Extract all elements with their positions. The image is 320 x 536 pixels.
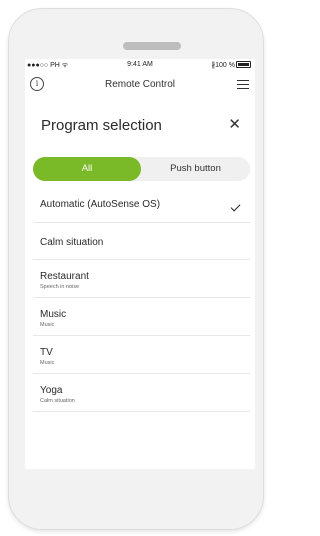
- program-subtitle: Speech in noise: [40, 284, 80, 290]
- tab-all[interactable]: All: [33, 157, 141, 181]
- sheet-title: Program selection: [41, 117, 162, 134]
- program-item-restaurant[interactable]: Restaurant Speech in noise: [33, 260, 250, 298]
- app-bar: i Remote Control: [25, 73, 255, 95]
- program-label: Calm situation: [40, 237, 104, 248]
- program-label: Restaurant: [40, 271, 89, 282]
- program-item-music[interactable]: Music Music: [33, 298, 250, 336]
- program-subtitle: Calm situation: [40, 398, 75, 404]
- program-list: Automatic (AutoSense OS) Calm situation …: [33, 187, 250, 412]
- battery-status: ∦100 %: [212, 61, 251, 69]
- status-bar: ●●●○○ PH ᯤ 9:41 AM ∦100 %: [25, 59, 255, 71]
- program-label: Music: [40, 309, 67, 320]
- phone-speaker: [123, 42, 181, 50]
- program-item-tv[interactable]: TV Music: [33, 336, 250, 374]
- tab-push-button[interactable]: Push button: [141, 157, 250, 181]
- checkmark-icon: [230, 201, 241, 212]
- hamburger-menu-icon[interactable]: [237, 79, 249, 89]
- program-filter-tabs: All Push button: [33, 157, 250, 181]
- app-title: Remote Control: [104, 79, 176, 90]
- program-item-automatic[interactable]: Automatic (AutoSense OS): [33, 187, 250, 223]
- program-label: Yoga: [40, 385, 63, 396]
- close-icon[interactable]: ✕: [228, 115, 241, 133]
- program-item-yoga[interactable]: Yoga Calm situation: [33, 374, 250, 412]
- program-item-calm-situation[interactable]: Calm situation: [33, 223, 250, 260]
- battery-label: ∦100 %: [211, 62, 235, 69]
- program-label: Automatic (AutoSense OS): [40, 199, 161, 210]
- battery-icon: [236, 61, 251, 68]
- program-subtitle: Music: [40, 360, 55, 366]
- program-subtitle: Music: [40, 322, 55, 328]
- program-label: TV: [40, 347, 53, 358]
- app-screen: ●●●○○ PH ᯤ 9:41 AM ∦100 % i Remote Contr…: [25, 59, 255, 469]
